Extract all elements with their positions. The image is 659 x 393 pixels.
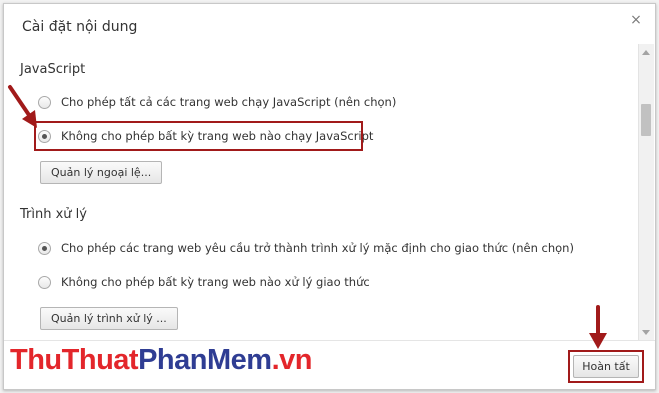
annotation-arrow-icon	[8, 85, 37, 128]
radio-label: Cho phép tất cả các trang web chạy JavaS…	[61, 95, 397, 109]
radio-label: Cho phép các trang web yêu cầu trở thành…	[61, 241, 574, 255]
settings-scroll-area: JavaScript Cho phép tất cả các trang web…	[5, 44, 656, 340]
watermark-part-1: ThuThuat	[10, 344, 139, 376]
handlers-section-title: Trình xử lý	[20, 207, 87, 222]
vertical-scrollbar[interactable]	[638, 44, 654, 341]
close-icon[interactable]: ×	[629, 13, 643, 27]
scrollbar-thumb[interactable]	[641, 104, 651, 136]
annotation-highlight-box	[34, 121, 363, 151]
javascript-section-title: JavaScript	[20, 62, 86, 77]
dialog-title: Cài đặt nội dung	[22, 19, 138, 35]
footer-divider	[4, 340, 655, 341]
radio-label: Không cho phép bất kỳ trang web nào xử l…	[61, 275, 370, 289]
javascript-allow-option[interactable]: Cho phép tất cả các trang web chạy JavaS…	[38, 91, 396, 113]
handlers-allow-option[interactable]: Cho phép các trang web yêu cầu trở thành…	[38, 237, 574, 259]
handlers-block-option[interactable]: Không cho phép bất kỳ trang web nào xử l…	[38, 271, 370, 293]
annotation-arrow-done-icon	[589, 305, 607, 349]
watermark-part-2: PhanMem	[138, 344, 272, 376]
manage-exceptions-button[interactable]: Quản lý ngoại lệ...	[40, 161, 163, 184]
annotation-highlight-box-done	[568, 350, 644, 383]
scroll-up-arrow-icon[interactable]	[642, 50, 650, 55]
radio-button[interactable]	[38, 275, 51, 289]
watermark-part-3: .vn	[271, 344, 313, 376]
manage-handlers-button[interactable]: Quản lý trình xử lý ...	[40, 307, 178, 330]
radio-button-checked[interactable]	[38, 241, 51, 255]
scroll-down-arrow-icon[interactable]	[642, 330, 650, 335]
watermark-logo: ThuThuatPhanMem.vn	[10, 344, 312, 384]
content-settings-dialog: Cài đặt nội dung × JavaScript Cho phép t…	[3, 3, 656, 390]
